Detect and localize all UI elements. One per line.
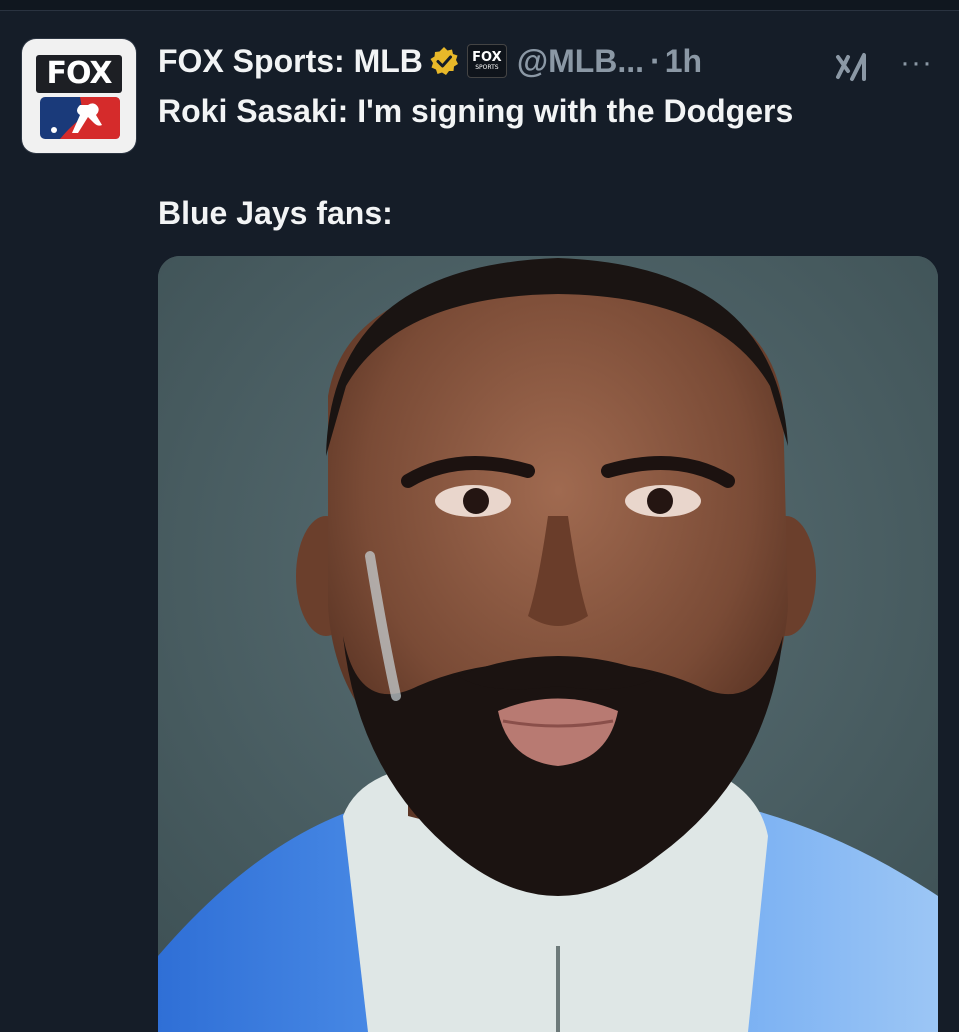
separator-dot: · (650, 43, 661, 79)
tweet-media-photo[interactable] (158, 256, 938, 1032)
tweet[interactable]: FOX FOX Sports: MLB FOX SPORTS @MLB... ·… (0, 11, 959, 1032)
portrait-illustration (158, 256, 938, 1032)
more-options-icon[interactable]: ··· (900, 48, 938, 78)
mlb-logo-icon (40, 97, 120, 139)
avatar-fox-wordmark: FOX (36, 55, 122, 93)
timestamp[interactable]: 1h (665, 41, 702, 81)
tweet-header: FOX Sports: MLB FOX SPORTS @MLB... · 1h (158, 39, 948, 83)
verified-badge-icon (430, 47, 458, 75)
affiliate-badge[interactable]: FOX SPORTS (466, 44, 507, 78)
tweet-text-line-2: Blue Jays fans: (158, 195, 393, 231)
display-name[interactable]: FOX Sports: MLB (158, 41, 423, 81)
tweet-text-line-1: Roki Sasaki: I'm signing with the Dodger… (158, 93, 794, 129)
grok-icon[interactable] (832, 49, 874, 85)
affiliate-line2: SPORTS (475, 64, 499, 71)
affiliate-line1: FOX (472, 50, 502, 65)
handle[interactable]: @MLB... (517, 41, 644, 81)
top-divider (0, 0, 959, 11)
avatar[interactable]: FOX (22, 39, 136, 153)
